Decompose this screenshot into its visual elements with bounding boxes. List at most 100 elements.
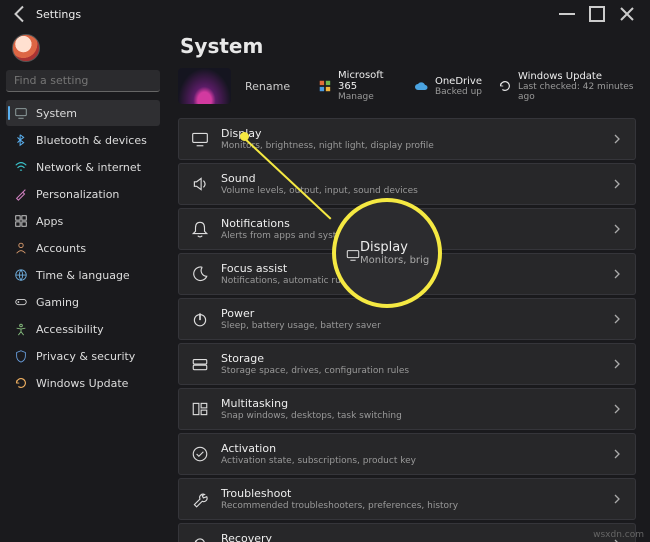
sidebar-item-brush[interactable]: Personalization <box>6 181 160 207</box>
check-icon <box>191 445 209 463</box>
close-button[interactable] <box>612 2 642 26</box>
shield-icon <box>14 349 28 363</box>
card-power[interactable]: PowerSleep, battery usage, battery saver <box>178 298 636 340</box>
card-multitask[interactable]: MultitaskingSnap windows, desktops, task… <box>178 388 636 430</box>
sidebar-item-update[interactable]: Windows Update <box>6 370 160 396</box>
bell-icon <box>191 220 209 238</box>
accessibility-icon <box>14 322 28 336</box>
card-title: Sound <box>221 172 599 185</box>
card-bell[interactable]: NotificationsAlerts from apps and system <box>178 208 636 250</box>
card-sub: Sleep, battery usage, battery saver <box>221 321 599 331</box>
titlebar: Settings <box>0 0 650 28</box>
card-sound[interactable]: SoundVolume levels, output, input, sound… <box>178 163 636 205</box>
nav-label: Time & language <box>36 269 130 282</box>
chevron-right-icon <box>611 133 623 145</box>
search-input[interactable] <box>14 74 159 87</box>
nav-label: Apps <box>36 215 63 228</box>
card-sub: Monitors, brightness, night light, displ… <box>221 141 599 151</box>
back-button[interactable] <box>8 2 32 26</box>
wrench-icon <box>191 490 209 508</box>
card-wrench[interactable]: TroubleshootRecommended troubleshooters,… <box>178 478 636 520</box>
card-sub: Storage space, drives, configuration rul… <box>221 366 599 376</box>
system-banner: Rename Microsoft 365Manage OneDriveBacked… <box>178 68 636 104</box>
status-sub: Backed up <box>435 87 482 97</box>
card-title: Multitasking <box>221 397 599 410</box>
status-title: OneDrive <box>435 76 482 87</box>
nav-label: Bluetooth & devices <box>36 134 147 147</box>
window-title: Settings <box>36 8 81 21</box>
sidebar-item-person[interactable]: Accounts <box>6 235 160 261</box>
status-sub: Last checked: 42 minutes ago <box>518 82 636 102</box>
nav-label: Network & internet <box>36 161 141 174</box>
minimize-button[interactable] <box>552 2 582 26</box>
main-content: System Rename Microsoft 365Manage OneDriv… <box>166 28 650 542</box>
sidebar-item-accessibility[interactable]: Accessibility <box>6 316 160 342</box>
wifi-icon <box>14 160 28 174</box>
status-title: Windows Update <box>518 71 636 82</box>
system-icon <box>14 106 28 120</box>
cloud-icon <box>413 78 429 94</box>
status-update[interactable]: Windows UpdateLast checked: 42 minutes a… <box>498 70 636 102</box>
card-title: Activation <box>221 442 599 455</box>
nav-label: Personalization <box>36 188 119 201</box>
rename-link[interactable]: Rename <box>245 80 290 93</box>
card-storage[interactable]: StorageStorage space, drives, configurat… <box>178 343 636 385</box>
sidebar-item-shield[interactable]: Privacy & security <box>6 343 160 369</box>
user-avatar[interactable] <box>12 34 40 62</box>
moon-icon <box>191 265 209 283</box>
sidebar-item-gamepad[interactable]: Gaming <box>6 289 160 315</box>
card-title: Notifications <box>221 217 599 230</box>
nav-label: Windows Update <box>36 377 128 390</box>
gamepad-icon <box>14 295 28 309</box>
page-heading: System <box>180 34 636 58</box>
chevron-right-icon <box>611 448 623 460</box>
globe-icon <box>14 268 28 282</box>
multitask-icon <box>191 400 209 418</box>
sidebar-item-globe[interactable]: Time & language <box>6 262 160 288</box>
nav-label: Gaming <box>36 296 79 309</box>
watermark: wsxdn.com <box>593 530 644 540</box>
card-moon[interactable]: Focus assistNotifications, automatic rul… <box>178 253 636 295</box>
sidebar-item-bluetooth[interactable]: Bluetooth & devices <box>6 127 160 153</box>
apps-icon <box>14 214 28 228</box>
display-icon <box>191 130 209 148</box>
search-box[interactable] <box>6 70 160 92</box>
sidebar-item-system[interactable]: System <box>6 100 160 126</box>
chevron-right-icon <box>611 358 623 370</box>
card-sub: Volume levels, output, input, sound devi… <box>221 186 599 196</box>
nav-label: System <box>36 107 77 120</box>
card-sub: Snap windows, desktops, task switching <box>221 411 599 421</box>
sidebar-item-wifi[interactable]: Network & internet <box>6 154 160 180</box>
card-title: Recovery <box>221 532 599 542</box>
card-sub: Alerts from apps and system <box>221 231 599 241</box>
m365-icon <box>318 78 332 94</box>
sidebar-item-apps[interactable]: Apps <box>6 208 160 234</box>
bluetooth-icon <box>14 133 28 147</box>
card-check[interactable]: ActivationActivation state, subscription… <box>178 433 636 475</box>
status-cloud[interactable]: OneDriveBacked up <box>413 70 482 102</box>
chevron-right-icon <box>611 403 623 415</box>
chevron-right-icon <box>611 493 623 505</box>
person-icon <box>14 241 28 255</box>
status-sub: Manage <box>338 92 397 102</box>
update-icon <box>498 78 512 94</box>
card-display[interactable]: DisplayMonitors, brightness, night light… <box>178 118 636 160</box>
chevron-right-icon <box>611 178 623 190</box>
power-icon <box>191 310 209 328</box>
wallpaper-thumbnail[interactable] <box>178 68 231 104</box>
status-m365[interactable]: Microsoft 365Manage <box>318 70 397 102</box>
chevron-right-icon <box>611 268 623 280</box>
storage-icon <box>191 355 209 373</box>
card-sub: Activation state, subscriptions, product… <box>221 456 599 466</box>
sidebar: System Bluetooth & devices Network & inter… <box>0 28 166 542</box>
maximize-button[interactable] <box>582 2 612 26</box>
nav-label: Accounts <box>36 242 86 255</box>
card-title: Troubleshoot <box>221 487 599 500</box>
update-icon <box>14 376 28 390</box>
sound-icon <box>191 175 209 193</box>
chevron-right-icon <box>611 313 623 325</box>
nav-label: Privacy & security <box>36 350 135 363</box>
brush-icon <box>14 187 28 201</box>
card-title: Focus assist <box>221 262 599 275</box>
card-recovery[interactable]: RecoveryReset, advanced startup, go back <box>178 523 636 542</box>
